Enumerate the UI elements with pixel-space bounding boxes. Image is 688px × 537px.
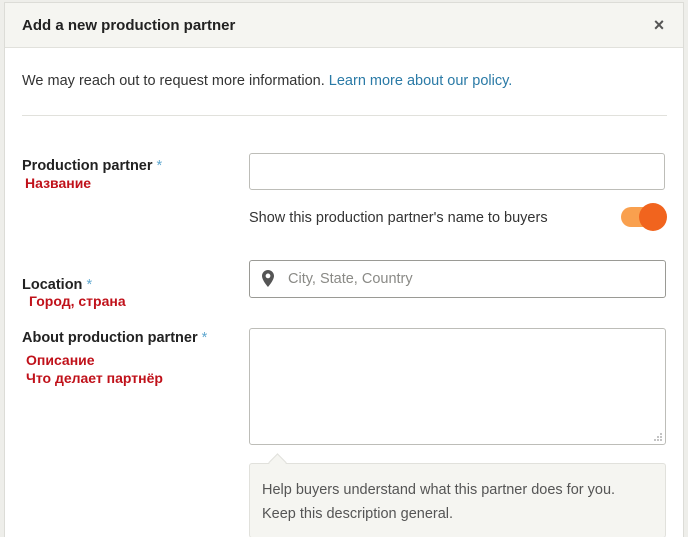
intro-message: We may reach out to request more informa… (22, 73, 329, 89)
help-text-line1: Help buyers understand what this partner… (262, 482, 616, 498)
intro-text: We may reach out to request more informa… (22, 73, 512, 89)
location-label-text: Location (22, 277, 83, 293)
visibility-toggle[interactable] (621, 203, 667, 231)
divider (22, 115, 667, 116)
resize-handle-icon[interactable] (653, 432, 662, 441)
partner-label: Production partner * (22, 158, 162, 174)
about-label-text: About production partner (22, 330, 198, 346)
toggle-knob (639, 203, 667, 231)
dialog-header: Add a new production partner × (5, 3, 683, 48)
close-icon[interactable]: × (649, 15, 669, 35)
required-mark: * (156, 158, 163, 174)
required-mark: * (201, 330, 208, 346)
map-pin-icon (262, 270, 274, 287)
about-label: About production partner * (22, 330, 207, 346)
add-partner-dialog: Add a new production partner × We may re… (4, 2, 684, 537)
location-field[interactable] (249, 260, 666, 298)
visibility-toggle-label: Show this production partner's name to b… (249, 210, 548, 226)
location-annotation: Город, страна (29, 293, 126, 309)
about-annotation-line2: Что делает партнёр (26, 370, 163, 386)
location-input[interactable] (284, 261, 662, 297)
partner-annotation: Название (25, 175, 92, 191)
partner-name-input[interactable] (249, 153, 665, 190)
help-text-line2: Keep this description general. (262, 506, 454, 522)
about-textarea[interactable] (249, 328, 666, 445)
dialog-title: Add a new production partner (22, 17, 236, 34)
about-annotation-line1: Описание (26, 352, 95, 368)
partner-label-text: Production partner (22, 158, 153, 174)
about-help-box: Help buyers understand what this partner… (249, 463, 666, 537)
policy-link[interactable]: Learn more about our policy. (329, 73, 513, 89)
required-mark: * (86, 277, 93, 293)
location-label: Location * (22, 277, 92, 293)
